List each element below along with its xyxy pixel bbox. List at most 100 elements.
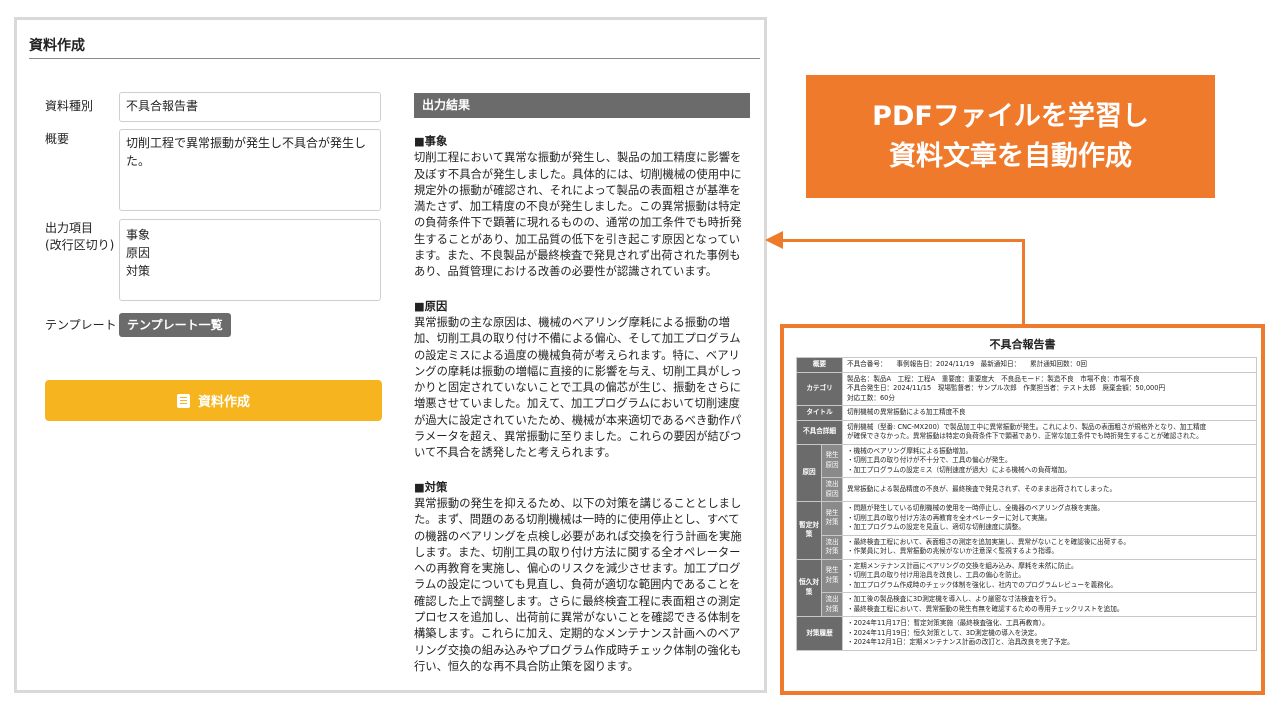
report-row: 恒久対策 発生対策 ・定期メンテナンス計画にベアリングの交換を組み込み、摩耗を未… [795, 558, 1257, 617]
section-line: ラムの設定についても見直し、負荷が適切な範囲内であることを [414, 578, 741, 592]
output-result-header: 出力結果 [414, 93, 750, 118]
section-line: 構築します。これらに加え、定期的なメンテナンス計画へのベア [414, 627, 741, 641]
report-header-cell: 恒久対策 [795, 558, 823, 617]
section-line: への再教育を実施し、偏心のリスクを減少させます。加工プログ [414, 562, 741, 576]
template-label: テンプレート [45, 318, 117, 332]
report-header-cell: カテゴリ [796, 371, 843, 406]
report-subheader-cell: 流出原因 [821, 477, 843, 502]
report-line: ・加工後の製品検査に3D測定機を導入し、より厳密な寸法検査を行う。 [847, 595, 1061, 603]
section-line: 満たさず、加工精度の不良が発生しました。この異常振動は特定 [414, 200, 741, 214]
report-cell: 製品名：製品A 工程：工程A 重要度：重要度大 不良品モード：製造不良 市場不良… [842, 371, 1257, 406]
report-subheader-cell: 発生原因 [821, 443, 843, 478]
report-cell: ・2024年11月17日：暫定対策実施（最終検査強化、工具再教育）。 ・2024… [842, 616, 1257, 651]
output-section-incident: ■事象 切削工程において異常な振動が発生し、製品の加工精度に影響を 及ぼす不具合… [414, 134, 750, 281]
section-line: の機器のベアリングを点検し必要があれば交換を行う計画を実施 [414, 529, 742, 543]
connector-vertical [1022, 239, 1025, 325]
section-line: 生することがあり、加工品質の低下を引き起こす原因となってい [414, 232, 741, 246]
output-section-countermeasure: ■対策 異常振動の発生を抑えるため、以下の対策を講じることとしまし た。まず、問… [414, 480, 750, 676]
report-cell: ・問題が発生している切削機械の使用を一時停止し、全機器のベアリング点検を実施。 … [842, 501, 1257, 536]
report-line: が確保できなかった。異常振動は特定の負荷条件下で顕著であり、正常な加工条件でも時… [847, 432, 1203, 440]
section-line: いて不具合を誘発したと考えられます。 [414, 446, 616, 460]
output-items-label-line1: 出力項目 [45, 221, 94, 235]
summary-label: 概要 [45, 132, 70, 146]
summary-textarea[interactable]: 切削工程で異常振動が発生し不具合が発生し た。 [119, 129, 381, 211]
report-line: ・最終検査工程において、表面粗さの測定を追加実施し、異常がないことを確認後に出荷… [847, 537, 1131, 546]
section-line: 異常振動の主な原因は、機械のベアリング摩耗による振動の増 [414, 315, 730, 329]
report-subheader-cell: 流出対策 [821, 534, 843, 560]
arrow-left-icon [765, 231, 783, 249]
report-line: 不具合番号： 事例報告日：2024/11/19 最新通知日： 累計通知回数：0回 [847, 360, 1088, 368]
section-title: ■原因 [414, 299, 448, 313]
report-row: 原因 発生原因 ・機械のベアリング摩耗による振動増加。 ・切削工具の取り付けが不… [795, 443, 1257, 502]
report-header-cell: 対策履歴 [796, 616, 843, 651]
output-item-line: 対策 [126, 264, 151, 278]
doc-type-field[interactable]: 不具合報告書 [119, 92, 381, 122]
section-line: 加、切削工具の取り付け不備による偏心、そして加工プログラム [414, 332, 741, 346]
report-preview: 不具合報告書 概要 不具合番号： 事例報告日：2024/11/19 最新通知日：… [780, 324, 1265, 695]
report-line: 製品名：製品A 工程：工程A 重要度：重要度大 不良品モード：製造不良 市場不良… [847, 374, 1140, 383]
section-line: 切削工程において異常な振動が発生し、製品の加工精度に影響を [414, 151, 742, 165]
document-icon [176, 393, 190, 408]
report-line: 切削機械の異常振動による加工精度不良 [847, 408, 966, 416]
section-line: 異常振動の発生を抑えるため、以下の対策を講じることとしまし [414, 496, 742, 510]
report-header-cell: 暫定対策 [795, 501, 823, 560]
report-line: ・加工プログラムの設定ミス（切削速度が過大）による機械への負荷増加。 [847, 465, 1071, 474]
report-line: ・切削工具の取り付け用治具を改良し、工具の偏心を防止。 [847, 571, 1026, 579]
report-line: ・2024年11月19日：恒久対策として、3D測定機の導入を決定。 [847, 628, 1041, 637]
report-line: ・作業員に対し、異常振動の兆候がないか注意深く監視するよう指導。 [847, 547, 1058, 555]
report-header-cell: 概要 [796, 357, 843, 373]
section-line: の設定ミスによる過度の機械負荷が考えられます。特に、ベアリ [414, 348, 740, 362]
report-cell: 切削機械（型番: CNC-MX200）で製品加工中に異常振動が発生。これにより、… [842, 419, 1257, 445]
section-line: ます。また、不良製品が最終検査で発見されず出荷された事例も [414, 249, 741, 263]
report-row: 不具合詳細 切削機械（型番: CNC-MX200）で製品加工中に異常振動が発生。… [796, 419, 1257, 445]
section-title: ■対策 [414, 480, 448, 494]
section-line: た。まず、問題のある切削機械は一時的に使用停止とし、すべて [414, 513, 740, 527]
report-row: 概要 不具合番号： 事例報告日：2024/11/19 最新通知日： 累計通知回数… [796, 357, 1257, 373]
section-line: ングの摩耗は振動の増幅に直接的に影響を与え、切削工具がしっ [414, 364, 742, 378]
report-title: 不具合報告書 [989, 338, 1056, 351]
create-document-button[interactable]: 資料作成 [45, 380, 382, 421]
report-row: 流出対策 ・最終検査工程において、表面粗さの測定を追加実施し、異常がないことを確… [797, 534, 1257, 560]
section-line: します。また、切削工具の取り付け方法に関する全オペレーター [414, 545, 741, 559]
report-cell: ・定期メンテナンス計画にベアリングの交換を組み込み、摩耗を未然に防止。 ・切削工… [842, 558, 1257, 593]
report-line: ・最終検査工程において、異常振動の発生有無を確認するための専用チェックリストを追… [847, 604, 1124, 613]
report-line: 不具合発生日：2024/11/15 現場監督者：サンプル次郎 作業担当者：テスト… [847, 384, 1166, 392]
report-line: ・定期メンテナンス計画にベアリングの交換を組み込み、摩耗を未然に防止。 [847, 561, 1078, 570]
report-line: 異常振動による製品精度の不良が、最終検査で発見されず、そのまま出荷されてしまった… [847, 484, 1117, 493]
report-line: 対応工数：60分 [847, 393, 895, 402]
document-creation-panel: 資料作成 資料種別 不具合報告書 概要 切削工程で異常振動が発生し不具合が発生し… [14, 17, 767, 693]
doc-type-value: 不具合報告書 [126, 99, 199, 113]
report-header-cell: 不具合詳細 [796, 419, 843, 445]
connector-horizontal [782, 239, 1025, 242]
report-line: ・切削工具の取り付け方法の再教育を全オペレーターに対して実施。 [847, 513, 1052, 522]
callout-line1: PDFファイルを学習し [872, 100, 1149, 132]
report-header-cell: タイトル [796, 405, 843, 421]
report-cell: 不具合番号： 事例報告日：2024/11/19 最新通知日： 累計通知回数：0回 [842, 357, 1257, 373]
section-line: の負荷条件下で顕著に現れるものの、通常の加工条件でも時折発 [414, 216, 742, 230]
report-row: 流出原因 異常振動による製品精度の不良が、最終検査で発見されず、そのまま出荷され… [797, 477, 1257, 502]
section-line: 規定外の振動が確認され、それによって製品の表面粗さが基準を [414, 183, 741, 197]
report-cell: ・加工後の製品検査に3D測定機を導入し、より厳密な寸法検査を行う。 ・最終検査工… [842, 592, 1257, 617]
callout-line2: 資料文章を自動作成 [889, 140, 1132, 172]
report-cell: 切削機械の異常振動による加工精度不良 [842, 405, 1257, 421]
output-items-label: 出力項目 (改行区切り) [45, 220, 114, 254]
report-line: ・2024年12月1日：定期メンテナンス計画の改訂と、治具改良を完了予定。 [847, 638, 1074, 646]
output-result-body: ■事象 切削工程において異常な振動が発生し、製品の加工精度に影響を 及ぼす不具合… [414, 134, 750, 693]
output-items-textarea[interactable]: 事象 原因 対策 [119, 219, 381, 301]
report-line: ・2024年11月17日：暫定対策実施（最終検査強化、工具再教育）。 [847, 619, 1049, 627]
template-list-button[interactable]: テンプレート一覧 [119, 313, 231, 337]
report-line: 切削機械（型番: CNC-MX200）で製品加工中に異常振動が発生。これにより、… [847, 422, 1207, 431]
report-row: 流出対策 ・加工後の製品検査に3D測定機を導入し、より厳密な寸法検査を行う。 ・… [797, 592, 1257, 617]
section-line: 及ぼす不具合が発生しました。具体的には、切削機械の使用中に [414, 167, 742, 181]
report-line: ・加工プログラムの設定を見直し、適切な切削速度に調整。 [847, 523, 1025, 531]
section-line: リング交換の組み込みやプログラム作成時チェック体制の強化も [414, 643, 742, 657]
doc-type-label: 資料種別 [45, 99, 94, 113]
section-line: かりと固定されていないことで工具の偏芯が生じ、振動をさらに [414, 381, 741, 395]
report-row: カテゴリ 製品名：製品A 工程：工程A 重要度：重要度大 不良品モード：製造不良… [796, 371, 1257, 406]
section-line: ラメータを超え、異常振動に至りました。これらの要因が結びつ [414, 430, 742, 444]
report-line: ・加工プログラム作成時のチェック体制を強化し、社内でのプログラムレビューを義務化… [847, 580, 1117, 589]
report-row: タイトル 切削機械の異常振動による加工精度不良 [796, 405, 1257, 421]
title-divider [29, 58, 760, 59]
summary-line: た。 [126, 154, 151, 168]
report-header-cell: 原因 [795, 443, 823, 502]
